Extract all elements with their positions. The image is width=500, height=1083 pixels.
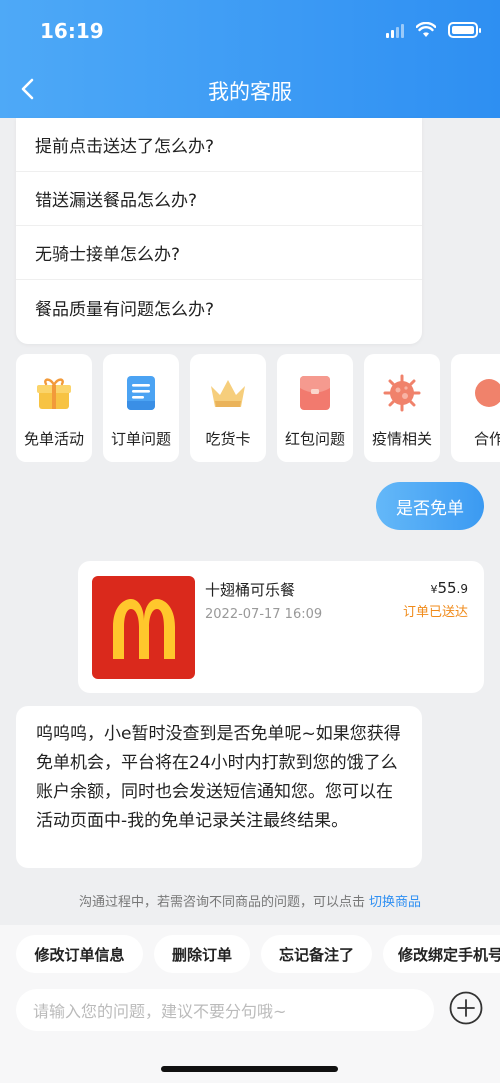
user-message-bubble: 是否免单 bbox=[376, 482, 484, 530]
shortcut-free-order[interactable]: 免单活动 bbox=[16, 354, 92, 462]
order-time: 2022-07-17 16:09 bbox=[205, 607, 323, 622]
shortcut-label: 免单活动 bbox=[23, 430, 84, 448]
header: 16:19 我的客服 bbox=[0, 0, 500, 118]
shortcut-label: 吃货卡 bbox=[205, 430, 251, 448]
switch-product-link[interactable]: 切换商品 bbox=[369, 895, 421, 910]
quick-reply-row: 修改订单信息 删除订单 忘记备注了 修改绑定手机号 bbox=[16, 935, 500, 973]
page-title: 我的客服 bbox=[208, 80, 292, 104]
document-icon bbox=[122, 374, 160, 412]
virus-icon bbox=[383, 374, 421, 412]
hint-text: 沟通过程中，若需咨询不同商品的问题，可以点击 bbox=[78, 895, 365, 910]
shortcut-row: 免单活动 订单问题 吃货卡 红包问题 疫情相关 合作 bbox=[16, 354, 500, 462]
shortcut-epidemic[interactable]: 疫情相关 bbox=[364, 354, 440, 462]
quick-reply-chip[interactable]: 修改绑定手机号 bbox=[383, 935, 500, 973]
gift-icon bbox=[35, 374, 73, 412]
faq-item[interactable]: 无骑士接单怎么办? bbox=[16, 226, 422, 280]
shortcut-label: 合作 bbox=[473, 430, 500, 448]
faq-list: 提前点击送达了怎么办? 错送漏送餐品怎么办? 无骑士接单怎么办? 餐品质量有问题… bbox=[16, 118, 422, 344]
shortcut-red-packet[interactable]: 红包问题 bbox=[277, 354, 353, 462]
price-integer: 55 bbox=[437, 579, 457, 597]
shortcut-foodie-card[interactable]: 吃货卡 bbox=[190, 354, 266, 462]
shortcut-label: 订单问题 bbox=[110, 430, 171, 448]
faq-item[interactable]: 错送漏送餐品怎么办? bbox=[16, 172, 422, 226]
shortcut-label: 红包问题 bbox=[284, 430, 345, 448]
order-product-name: 十翅桶可乐餐 bbox=[205, 581, 296, 599]
status-icons bbox=[386, 22, 481, 38]
signal-icon bbox=[386, 22, 404, 38]
red-envelope-icon bbox=[296, 374, 334, 412]
faq-item[interactable]: 餐品质量有问题怎么办? bbox=[16, 280, 422, 334]
battery-icon bbox=[448, 22, 481, 38]
mcdonalds-logo-icon bbox=[92, 576, 195, 679]
shortcut-label: 疫情相关 bbox=[371, 430, 432, 448]
order-card[interactable]: 十翅桶可乐餐 2022-07-17 16:09 ¥55.9 订单已送达 bbox=[78, 561, 484, 693]
home-indicator bbox=[161, 1066, 338, 1072]
faq-item[interactable]: 提前点击送达了怎么办? bbox=[16, 118, 422, 172]
bottom-input-bar: 修改订单信息 删除订单 忘记备注了 修改绑定手机号 请输入您的问题，建议不要分句… bbox=[0, 925, 500, 1083]
partner-icon bbox=[470, 374, 500, 412]
quick-reply-chip[interactable]: 忘记备注了 bbox=[261, 935, 372, 973]
wifi-icon bbox=[416, 22, 436, 37]
plus-circle-icon[interactable] bbox=[449, 991, 483, 1025]
price-decimal: .9 bbox=[456, 582, 468, 596]
order-price: ¥55.9 bbox=[430, 579, 468, 597]
quick-reply-chip[interactable]: 修改订单信息 bbox=[16, 935, 143, 973]
crown-icon bbox=[209, 374, 247, 412]
shortcut-partner[interactable]: 合作 bbox=[451, 354, 500, 462]
quick-reply-chip[interactable]: 删除订单 bbox=[154, 935, 250, 973]
switch-product-hint: 沟通过程中，若需咨询不同商品的问题，可以点击 切换商品 bbox=[0, 891, 500, 910]
order-status: 订单已送达 bbox=[402, 605, 468, 620]
shortcut-order-issue[interactable]: 订单问题 bbox=[103, 354, 179, 462]
status-time: 16:19 bbox=[40, 19, 104, 43]
message-input[interactable]: 请输入您的问题，建议不要分句哦~ bbox=[16, 989, 434, 1031]
bot-message-bubble: 呜呜呜，小e暂时没查到是否免单呢~如果您获得免单机会，平台将在24小时内打款到您… bbox=[16, 706, 422, 868]
